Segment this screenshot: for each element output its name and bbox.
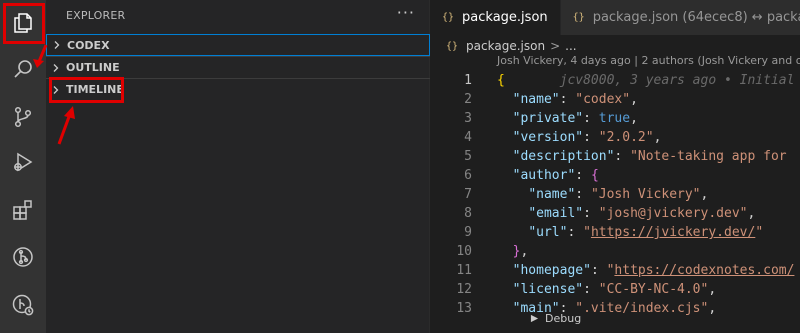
git-graph-button[interactable] [0,234,46,280]
source-control-icon [14,106,32,128]
more-actions-icon[interactable]: ··· [397,3,415,22]
json-value: "josh@jvickery.dev" [598,206,748,221]
line-number: 11 [456,263,472,278]
code-token: " [583,225,591,240]
section-outline[interactable]: OUTLINE [46,56,430,78]
json-url-link[interactable]: https://codexnotes.com/ [614,263,794,278]
section-label: CODEX [67,38,110,52]
debug-label: Debug [545,312,582,325]
line-number: 1 [464,73,472,88]
blame-codelens[interactable]: Josh Vickery, 4 days ago | 2 authors (Jo… [497,54,800,67]
json-key: "url" [528,225,568,240]
tab-label: package.json (64ecec8) ↔ package.json [592,10,800,25]
tab-label: package.json [462,10,548,25]
json-value: "Josh Vickery" [590,187,701,202]
json-key: "author" [512,168,576,183]
json-key: "version" [512,130,584,145]
json-icon: {} [572,12,585,23]
json-key: "license" [512,282,584,297]
git-graph-icon [13,247,33,267]
editor-area: {} package.json {} package.json (64ecec8… [430,0,800,333]
json-value: "Note-taking app for [630,149,787,164]
line-number: 3 [464,111,472,126]
git-history-button[interactable] [0,282,46,328]
json-url-link[interactable]: https://jvickery.dev/ [591,225,755,240]
explorer-highlight-box [3,3,45,44]
json-key: "description" [512,149,615,164]
line-number: 5 [464,149,472,164]
git-history-icon [12,294,34,316]
json-value: true [598,111,631,126]
line-number: 13 [456,301,472,316]
line-number: 6 [464,168,472,183]
code-editor[interactable]: 1 { jcv8000, 3 years ago • Initial commit… [430,71,800,318]
tab-bar: {} package.json {} package.json (64ecec8… [430,0,800,35]
breadcrumb-file[interactable]: package.json [466,39,545,53]
debug-codelens[interactable]: Debug [530,312,581,325]
json-key: "name" [512,92,560,107]
run-debug-icon [14,152,33,172]
json-value: "CC-BY-NC-4.0" [598,282,709,297]
line-number: 9 [464,225,472,240]
tab-package-json-diff[interactable]: {} package.json (64ecec8) ↔ package.json [560,0,800,35]
extensions-icon [13,200,32,220]
timeline-highlight-box [49,77,124,103]
line-number: 2 [464,92,472,107]
code-token: { [590,168,599,183]
line-number: 7 [464,187,472,202]
json-icon: {} [446,40,459,52]
breadcrumb: {} package.json > ... [446,36,577,56]
play-icon [530,314,539,323]
breadcrumb-separator: > [550,39,561,53]
json-key: "email" [528,206,584,221]
inline-blame: jcv8000, 3 years ago • Initial commit [559,73,795,88]
line-number: 8 [464,206,472,221]
tab-package-json[interactable]: {} package.json [430,0,561,35]
json-key: "homepage" [512,263,591,278]
line-number: 12 [456,282,472,297]
explorer-sidebar: EXPLORER ··· CODEX OUTLINE TIMELINE [46,0,430,333]
sidebar-title: EXPLORER [66,9,126,22]
run-debug-button[interactable] [0,139,46,185]
section-codex[interactable]: CODEX [46,34,430,56]
json-value: ".vite/index.cjs" [575,301,709,316]
json-key: "private" [512,111,584,126]
code-token: " [755,225,764,240]
breadcrumb-tail[interactable]: ... [565,39,576,53]
json-value: "codex" [575,92,631,107]
json-key: "name" [528,187,576,202]
line-number: 10 [456,244,472,259]
json-icon: {} [442,12,455,23]
annotation-arrow-icon [57,106,75,145]
line-number: 4 [464,130,472,145]
section-label: OUTLINE [66,61,120,74]
extensions-button[interactable] [0,187,46,233]
annotation-arrow-icon [33,44,48,68]
source-control-button[interactable] [0,94,46,140]
code-token: { [497,73,505,88]
json-value: "2.0.2" [598,130,654,145]
